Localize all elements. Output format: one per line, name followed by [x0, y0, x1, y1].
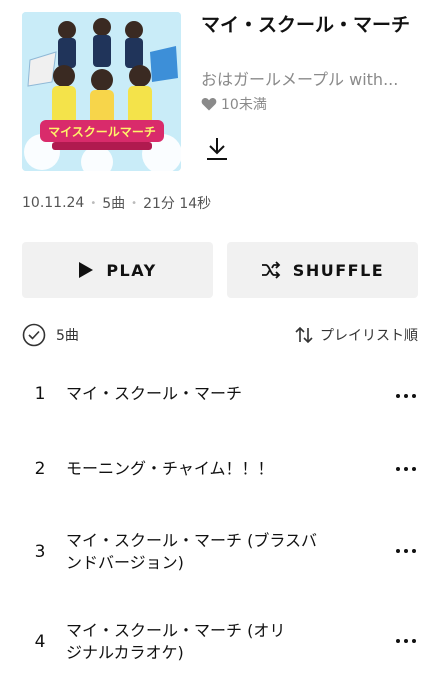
play-icon: [79, 262, 94, 278]
track-title: マイ・スクール・マーチ (ブラスバンドバージョン): [66, 531, 318, 572]
check-circle-icon[interactable]: [22, 323, 46, 347]
more-icon[interactable]: [394, 546, 418, 556]
heart-icon: [201, 97, 217, 111]
more-icon[interactable]: [394, 391, 418, 401]
play-label: PLAY: [106, 260, 157, 280]
more-icon[interactable]: [394, 464, 418, 474]
select-all-row[interactable]: 5曲: [22, 322, 79, 348]
more-icon[interactable]: [394, 636, 418, 646]
track-number: 2: [34, 459, 46, 479]
album-artist[interactable]: おはガールメープル with...: [201, 66, 421, 90]
download-button[interactable]: [205, 136, 229, 162]
track-title: モーニング・チャイム！！！: [66, 459, 274, 478]
track-count: 5曲: [102, 196, 126, 212]
shuffle-icon: [261, 261, 281, 279]
album-title: マイ・スクール・マーチ: [201, 14, 411, 36]
total-duration: 21分 14秒: [143, 196, 212, 212]
separator-dot: •: [90, 197, 97, 209]
track-row[interactable]: 3 マイ・スクール・マーチ (ブラスバンドバージョン): [0, 528, 441, 576]
track-row[interactable]: 4 マイ・スクール・マーチ (オリジナルカラオケ): [0, 618, 441, 668]
list-count-label: 5曲: [56, 328, 79, 344]
play-button[interactable]: PLAY: [22, 242, 213, 298]
track-row[interactable]: 2 モーニング・チャイム！！！: [0, 446, 441, 490]
release-date: 10.11.24: [22, 195, 85, 211]
download-icon: [207, 138, 227, 160]
shuffle-label: SHUFFLE: [292, 260, 385, 280]
track-number: 4: [34, 632, 46, 652]
album-cover: マイスクールマーチ: [22, 12, 181, 171]
sort-button[interactable]: プレイリスト順: [294, 322, 418, 348]
track-number: 3: [34, 542, 46, 562]
likes-count: 10未満: [221, 97, 267, 113]
separator-dot: •: [131, 197, 138, 209]
track-number: 1: [34, 384, 46, 404]
sort-label: プレイリスト順: [320, 328, 418, 344]
cover-title-text: マイスクールマーチ: [48, 125, 156, 139]
track-title: マイ・スクール・マーチ: [66, 384, 243, 403]
sort-icon: [295, 326, 313, 344]
shuffle-button[interactable]: SHUFFLE: [227, 242, 418, 298]
track-row[interactable]: 1 マイ・スクール・マーチ: [0, 372, 441, 416]
likes-row: 10未満: [201, 94, 267, 114]
album-meta: 10.11.24 • 5曲 • 21分 14秒: [22, 193, 211, 213]
album-cover-art: マイスクールマーチ: [22, 12, 181, 171]
track-title: マイ・スクール・マーチ (オリジナルカラオケ): [66, 621, 286, 662]
